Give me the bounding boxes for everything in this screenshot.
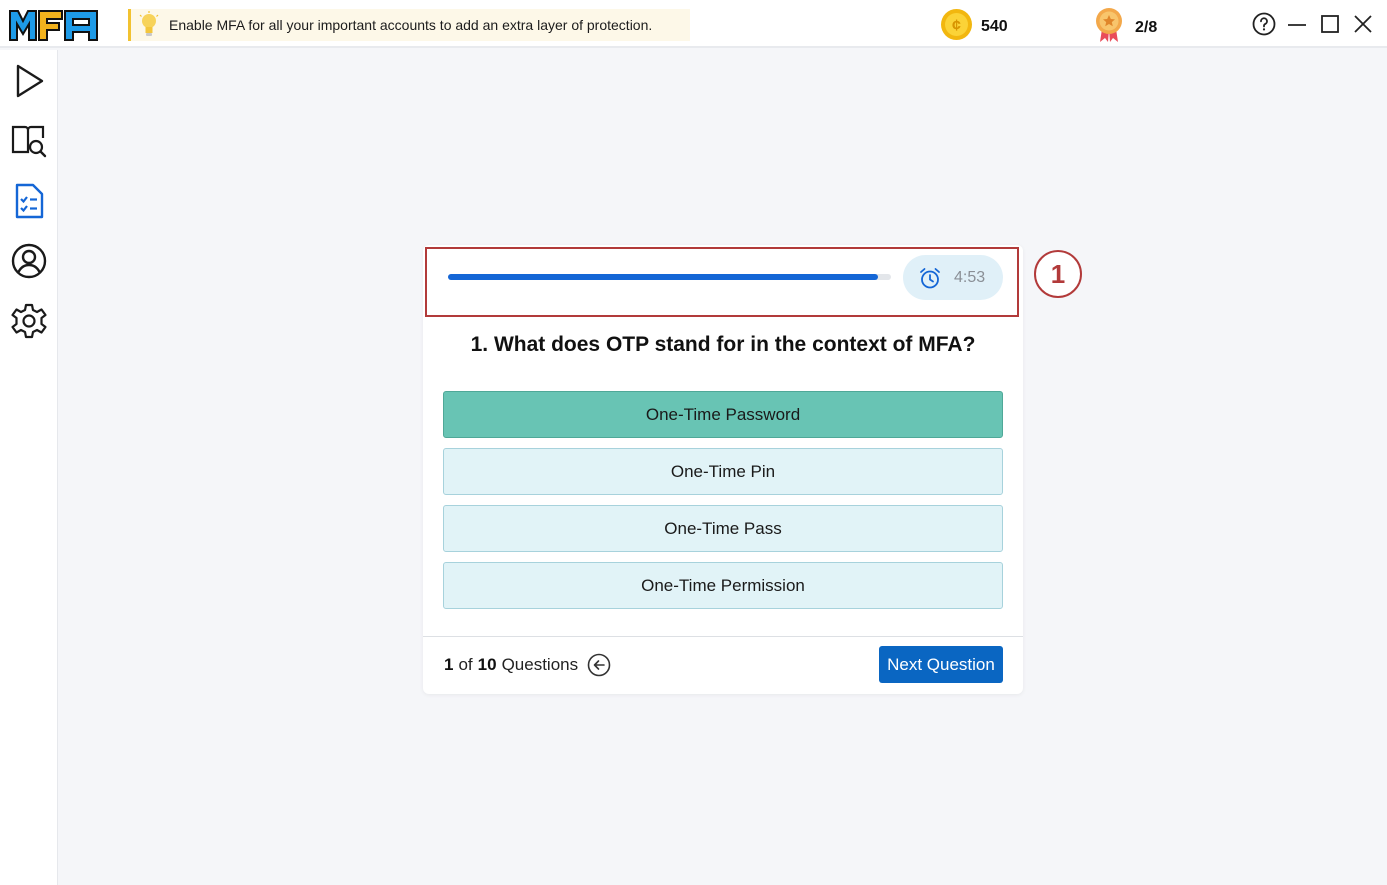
sidebar-item-play[interactable] <box>8 60 50 102</box>
maximize-icon <box>1321 15 1339 33</box>
maximize-button[interactable] <box>1317 11 1343 37</box>
answer-option[interactable]: One-Time Pin <box>443 448 1003 495</box>
alarm-clock-icon <box>920 267 940 288</box>
timer-text: 4:53 <box>954 268 986 286</box>
badge-counter: 2/8 <box>1095 7 1157 48</box>
progress-fill <box>448 274 878 280</box>
annotation-marker: 1 <box>1034 250 1082 298</box>
timer-pill: 4:53 <box>903 255 1003 300</box>
sidebar <box>0 50 58 885</box>
quiz-progress-bar <box>448 274 891 280</box>
close-button[interactable] <box>1350 11 1376 37</box>
minimize-icon <box>1288 24 1306 26</box>
coin-count: 540 <box>981 18 1008 35</box>
user-circle-icon <box>11 243 47 279</box>
title-bar: Enable MFA for all your important accoun… <box>0 0 1387 48</box>
lightbulb-icon <box>138 11 160 39</box>
question-text: 1. What does OTP stand for in the contex… <box>470 333 976 356</box>
help-button[interactable] <box>1251 11 1277 37</box>
badge-count: 2/8 <box>1135 18 1158 36</box>
sidebar-item-quiz[interactable] <box>8 180 50 222</box>
counter-current: 1 <box>444 655 454 674</box>
counter-label: Questions <box>501 655 579 674</box>
answer-option[interactable]: One-Time Permission <box>443 562 1003 609</box>
sidebar-item-library[interactable] <box>8 120 50 162</box>
book-search-icon <box>11 125 47 158</box>
medal-icon <box>1095 7 1123 48</box>
next-question-button[interactable]: Next Question <box>879 646 1003 683</box>
answer-option[interactable]: One-Time Pass <box>443 505 1003 552</box>
sidebar-item-profile[interactable] <box>8 240 50 282</box>
tip-banner: Enable MFA for all your important accoun… <box>128 9 690 41</box>
quiz-card: 4:53 1. What does OTP stand for in the c… <box>423 245 1023 694</box>
tip-text: Enable MFA for all your important accoun… <box>169 17 653 33</box>
svg-text:¢: ¢ <box>952 18 961 35</box>
back-arrow-icon[interactable] <box>587 653 611 677</box>
coin-icon: ¢ <box>940 8 973 46</box>
counter-of: of <box>458 655 473 674</box>
mfa-logo <box>8 8 100 42</box>
answer-option[interactable]: One-Time Password <box>443 391 1003 438</box>
checklist-icon <box>15 183 44 219</box>
card-divider <box>423 636 1023 637</box>
help-icon <box>1252 12 1276 36</box>
question-counter: 1 of 10 Questions <box>444 653 611 677</box>
gear-icon <box>11 303 47 339</box>
counter-total: 10 <box>477 655 497 674</box>
play-icon <box>16 64 44 98</box>
sidebar-item-settings[interactable] <box>8 300 50 342</box>
close-icon <box>1354 15 1372 33</box>
minimize-button[interactable] <box>1284 11 1310 37</box>
coin-counter: ¢ 540 <box>940 8 1008 46</box>
